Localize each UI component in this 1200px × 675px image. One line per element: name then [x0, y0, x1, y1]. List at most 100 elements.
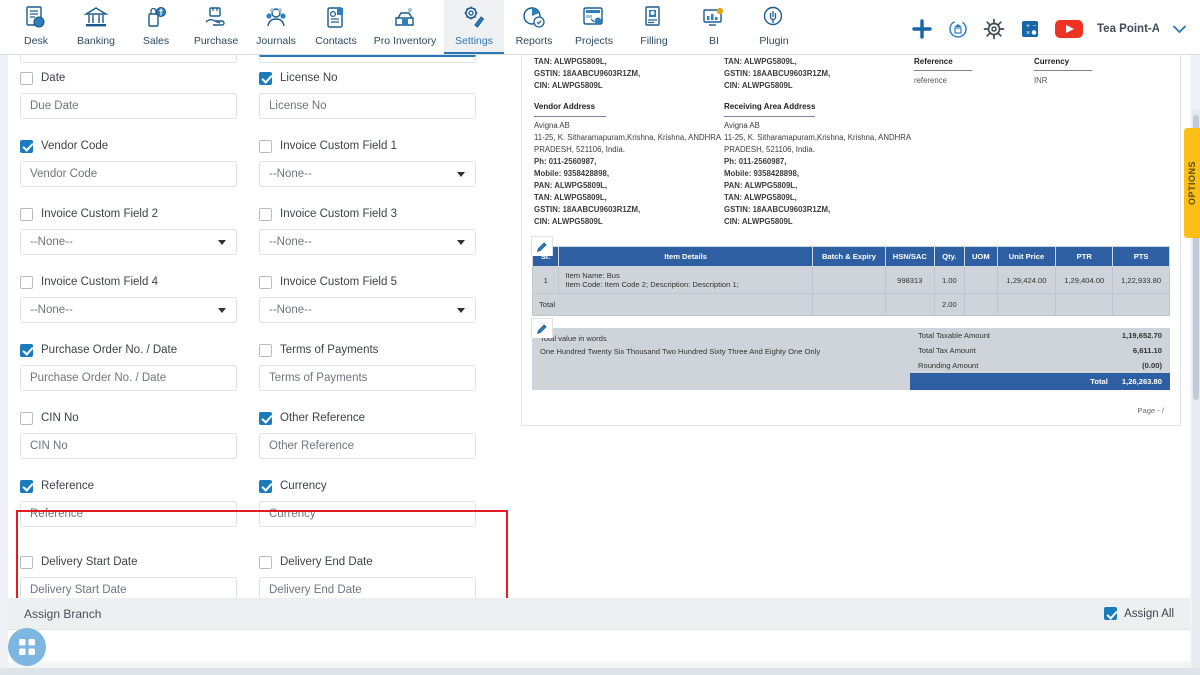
chevron-down-icon[interactable]: [1173, 25, 1186, 34]
assign-branch-bar: Assign Branch Assign All: [8, 598, 1190, 630]
cut-off-input-right[interactable]: [259, 55, 476, 63]
input-delivery-start-date[interactable]: Delivery Start Date: [20, 577, 237, 598]
select-value: --None--: [30, 236, 73, 248]
select-invoice-custom-4[interactable]: --None--: [20, 297, 237, 323]
nav-item-contacts[interactable]: Contacts: [306, 0, 366, 54]
nav-item-desk[interactable]: Desk: [6, 0, 66, 54]
currency-label: Currency: [1034, 56, 1092, 72]
select-invoice-custom-3[interactable]: --None--: [259, 229, 476, 255]
assign-all-group[interactable]: Assign All: [1104, 607, 1174, 620]
nav-item-journals[interactable]: Journals: [246, 0, 306, 54]
cell-total-uom: [964, 293, 998, 317]
nav-label: Purchase: [193, 35, 239, 47]
checkbox-row-invoice-custom-1[interactable]: Invoice Custom Field 1: [259, 131, 476, 161]
input-purchase-order[interactable]: Purchase Order No. / Date: [20, 365, 237, 391]
nav-item-banking[interactable]: Banking: [66, 0, 126, 54]
checkbox-row-currency[interactable]: Currency: [259, 471, 476, 501]
checkbox-label: Reference: [41, 480, 95, 492]
checkbox-invoice-custom-3[interactable]: [259, 207, 272, 221]
checkbox-row-purchase-order[interactable]: Purchase Order No. / Date: [20, 335, 237, 365]
nav-label: Pro Inventory: [373, 35, 437, 47]
address-line: Ph: 011-2560987,: [724, 156, 787, 166]
checkbox-invoice-custom-2[interactable]: [20, 207, 33, 221]
input-cin-no[interactable]: CIN No: [20, 433, 237, 459]
pencil-icon[interactable]: [531, 318, 553, 339]
checkbox-row-invoice-custom-5[interactable]: Invoice Custom Field 5: [259, 267, 476, 297]
checkbox-row-delivery-end-date[interactable]: Delivery End Date: [259, 547, 476, 577]
checkbox-other-reference[interactable]: [259, 411, 272, 425]
nav-item-sales[interactable]: Sales: [126, 0, 186, 54]
refresh-bank-icon[interactable]: [947, 18, 969, 40]
checkbox-currency[interactable]: [259, 479, 272, 493]
amount-value: 6,611.10: [1132, 346, 1162, 356]
checkbox-row-date[interactable]: Date: [20, 63, 237, 93]
checkbox-cin-no[interactable]: [20, 411, 33, 425]
address-line: Ph: 011-2560987,: [534, 156, 597, 166]
checkbox-row-terms-of-payments[interactable]: Terms of Payments: [259, 335, 476, 365]
nav-item-bi[interactable]: BI: [684, 0, 744, 54]
checkbox-delivery-start-date[interactable]: [20, 555, 33, 569]
checkbox-row-delivery-start-date[interactable]: Delivery Start Date: [20, 547, 237, 577]
checkbox-invoice-custom-4[interactable]: [20, 275, 33, 289]
select-value: --None--: [269, 168, 312, 180]
input-terms-of-payments[interactable]: Terms of Payments: [259, 365, 476, 391]
checkbox-date[interactable]: [20, 71, 33, 85]
checkbox-vendor-code[interactable]: [20, 139, 33, 153]
checkbox-row-vendor-code[interactable]: Vendor Code: [20, 131, 237, 161]
checkbox-row-invoice-custom-2[interactable]: Invoice Custom Field 2: [20, 199, 237, 229]
select-invoice-custom-1[interactable]: --None--: [259, 161, 476, 187]
checkbox-purchase-order[interactable]: [20, 343, 33, 357]
checkbox-row-license-no[interactable]: License No: [259, 63, 476, 93]
field-cin-no: CIN No CIN No: [20, 403, 237, 459]
nav-item-settings[interactable]: Settings: [444, 0, 504, 54]
checkbox-label: Invoice Custom Field 5: [280, 276, 397, 288]
checkbox-terms-of-payments[interactable]: [259, 343, 272, 357]
checkbox-row-other-reference[interactable]: Other Reference: [259, 403, 476, 433]
input-vendor-code[interactable]: Vendor Code: [20, 161, 237, 187]
input-license-no[interactable]: License No: [259, 93, 476, 119]
youtube-icon[interactable]: [1055, 19, 1083, 39]
cell-total-unit-price: [996, 293, 1057, 317]
checkbox-label: Vendor Code: [41, 140, 109, 152]
input-currency[interactable]: Currency: [259, 501, 476, 527]
nav-item-purchase[interactable]: Purchase: [186, 0, 246, 54]
nav-item-plugin[interactable]: Plugin: [744, 0, 804, 54]
input-other-reference[interactable]: Other Reference: [259, 433, 476, 459]
nav-label: Desk: [24, 35, 48, 47]
input-reference[interactable]: Reference: [20, 501, 237, 527]
bank-icon: [83, 4, 109, 32]
grand-total-label: Total: [1090, 377, 1108, 387]
cut-off-input-left[interactable]: [20, 55, 237, 63]
amount-in-words-box: Total value in words One Hundred Twenty …: [532, 328, 910, 390]
nav-item-pro-inventory[interactable]: Pro Inventory: [366, 0, 444, 54]
options-side-tab[interactable]: OPTIONS: [1184, 128, 1200, 238]
select-invoice-custom-5[interactable]: --None--: [259, 297, 476, 323]
checkbox-row-reference[interactable]: Reference: [20, 471, 237, 501]
top-line: GSTIN: 18AABCU9603R1ZM,: [534, 69, 641, 79]
checkbox-assign-all[interactable]: [1104, 607, 1118, 620]
checkbox-label: CIN No: [41, 412, 79, 424]
pencil-icon[interactable]: [531, 236, 553, 257]
invoice-receiving-block: TAN: ALWPG5809L, GSTIN: 18AABCU9603R1ZM,…: [724, 56, 914, 228]
checkbox-invoice-custom-5[interactable]: [259, 275, 272, 289]
plus-icon[interactable]: [911, 18, 933, 40]
cell-pts: 1,22,933.80: [1112, 266, 1170, 295]
nav-item-reports[interactable]: Reports: [504, 0, 564, 54]
checkbox-reference[interactable]: [20, 479, 33, 493]
input-delivery-end-date[interactable]: Delivery End Date: [259, 577, 476, 598]
gear-icon[interactable]: [983, 18, 1005, 40]
window-bottom-edge: [0, 668, 1200, 675]
nav-item-projects[interactable]: Projects: [564, 0, 624, 54]
select-invoice-custom-2[interactable]: --None--: [20, 229, 237, 255]
checkbox-delivery-end-date[interactable]: [259, 555, 272, 569]
checkbox-row-cin-no[interactable]: CIN No: [20, 403, 237, 433]
nav-item-filling[interactable]: Filling: [624, 0, 684, 54]
calculator-icon[interactable]: + − ×: [1019, 18, 1041, 40]
invoice-currency-block: Currency INR: [1034, 56, 1144, 228]
grid-apps-icon[interactable]: [8, 628, 46, 666]
checkbox-license-no[interactable]: [259, 71, 272, 85]
checkbox-invoice-custom-1[interactable]: [259, 139, 272, 153]
input-due-date[interactable]: Due Date: [20, 93, 237, 119]
checkbox-row-invoice-custom-3[interactable]: Invoice Custom Field 3: [259, 199, 476, 229]
checkbox-row-invoice-custom-4[interactable]: Invoice Custom Field 4: [20, 267, 237, 297]
